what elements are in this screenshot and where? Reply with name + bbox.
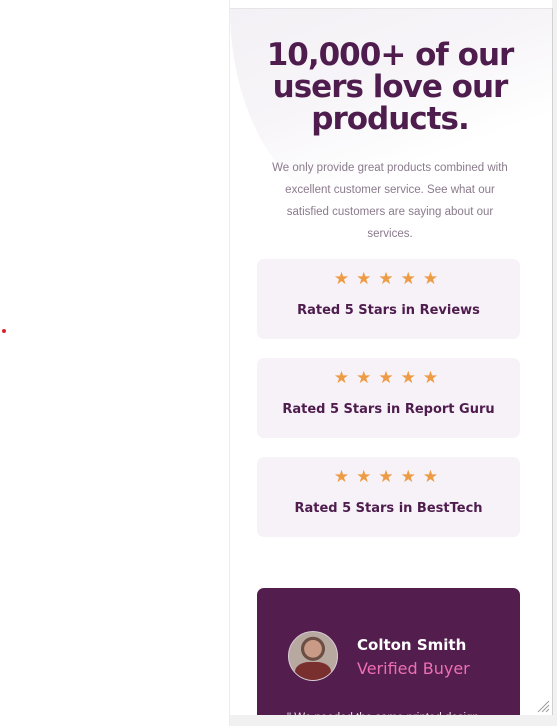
rating-label: Rated 5 Stars in Report Guru (282, 402, 495, 417)
star-rating: ★ ★ ★ ★ ★ (257, 269, 520, 289)
star-icon: ★ (356, 368, 377, 388)
star-rating: ★ ★ ★ ★ ★ (257, 467, 520, 487)
star-icon: ★ (422, 269, 444, 289)
star-icon: ★ (400, 269, 421, 289)
rating-card: ★ ★ ★ ★ ★ Rated 5 Stars in Report Guru (257, 358, 520, 438)
star-icon: ★ (378, 368, 399, 388)
avatar-shirt (295, 662, 331, 680)
reviewer-role: Verified Buyer (357, 659, 470, 678)
star-icon: ★ (333, 368, 355, 388)
intro-text: We only provide great products combined … (272, 162, 508, 240)
rating-label: Rated 5 Stars in Reviews (297, 303, 480, 318)
resize-grip-icon[interactable] (536, 699, 550, 713)
star-icon: ★ (378, 467, 399, 487)
rating-card: ★ ★ ★ ★ ★ Rated 5 Stars in BestTech (257, 457, 520, 537)
star-icon: ★ (422, 368, 444, 388)
horizontal-scrollbar[interactable] (230, 715, 557, 726)
star-icon: ★ (400, 467, 421, 487)
avatar (288, 631, 338, 681)
rating-card: ★ ★ ★ ★ ★ Rated 5 Stars in Reviews (257, 259, 520, 339)
star-icon: ★ (333, 467, 355, 487)
testimonial-card: Colton Smith Verified Buyer " We needed … (257, 588, 520, 716)
reviewer-name: Colton Smith (357, 636, 467, 654)
star-icon: ★ (378, 269, 399, 289)
cursor-dot (2, 329, 6, 333)
rating-label: Rated 5 Stars in BestTech (294, 501, 483, 516)
star-icon: ★ (422, 467, 444, 487)
star-rating: ★ ★ ★ ★ ★ (257, 368, 520, 388)
star-icon: ★ (356, 269, 377, 289)
star-icon: ★ (333, 269, 355, 289)
page-title: 10,000+ of our users love our products. (266, 37, 515, 137)
star-icon: ★ (400, 368, 421, 388)
mobile-preview-frame: 10,000+ of our users love our products. … (230, 8, 553, 716)
browser-viewport: 10,000+ of our users love our products. … (0, 0, 557, 726)
star-icon: ★ (356, 467, 377, 487)
